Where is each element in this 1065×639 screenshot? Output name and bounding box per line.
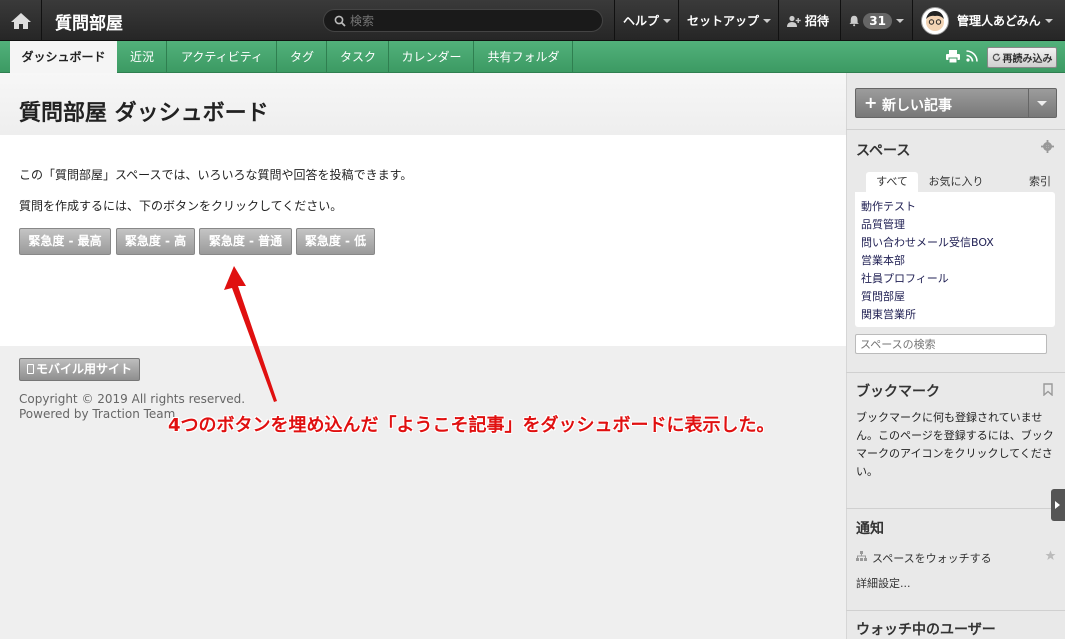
chevron-down-icon [1044,18,1053,23]
annotation-callout: 4つのボタンを埋め込んだ「ようこそ記事」をダッシュボードに表示した。 [168,415,775,436]
sidebar-collapse-handle[interactable] [1051,489,1065,521]
search-icon [334,15,346,27]
plus-icon: + [864,93,878,112]
mobile-site-button[interactable]: モバイル用サイト [19,358,140,381]
space-tab-favorites[interactable]: お気に入り [922,172,990,192]
star-icon[interactable] [1045,550,1056,561]
bookmark-icon[interactable] [1043,383,1053,396]
refresh-icon [992,53,1000,62]
home-icon [10,12,31,29]
invite-button[interactable]: 招待 [778,0,840,41]
watch-space-link[interactable]: スペースをウォッチする [872,550,992,566]
sidebar-divider [846,610,1065,611]
invite-label: 招待 [805,14,830,28]
button-divider [1028,89,1029,117]
space-item[interactable]: 社員プロフィール [861,270,949,286]
space-title[interactable]: 質問部屋 [55,9,123,34]
chevron-down-icon [663,18,672,23]
tab-tasks[interactable]: タスク [328,41,389,73]
rss-icon[interactable] [966,50,978,62]
setup-menu[interactable]: セットアップ [678,0,778,41]
bell-icon [849,15,859,27]
urgency-high-button[interactable]: 緊急度 - 高 [116,228,195,255]
search-box[interactable] [323,9,603,32]
instruction-paragraph: 質問を作成するには、下のボタンをクリックしてください。 [19,199,343,213]
watching-users-heading: ウォッチ中のユーザー [856,622,996,638]
space-item[interactable]: 営業本部 [861,252,905,268]
tab-shared-folder[interactable]: 共有フォルダ [475,41,573,73]
intro-paragraph: この「質問部屋」スペースでは、いろいろな質問や回答を投稿できます。 [19,168,413,182]
tab-tags[interactable]: タグ [278,41,327,73]
user-face-icon [926,10,944,31]
notification-count-badge: 31 [863,12,892,29]
space-item[interactable]: 関東営業所 [861,306,916,322]
sidebar-divider [846,508,1065,509]
annotation-arrow [224,266,277,402]
user-menu[interactable]: 管理人あどみん [912,0,1065,41]
space-tab-index[interactable]: 索引 [1025,172,1055,192]
chevron-down-icon [896,18,904,23]
space-tab-all[interactable]: すべて [866,172,918,192]
setup-label: セットアップ [687,14,760,28]
detail-settings-link[interactable]: 詳細設定... [856,575,911,591]
add-user-icon [787,15,801,27]
tab-activity[interactable]: アクティビティ [168,41,277,73]
bookmark-heading: ブックマーク [856,384,940,400]
avatar [921,6,949,35]
bookmark-empty-text: ブックマークに何も登録されていません。このページを登録するには、ブックマークのア… [856,411,1054,478]
tab-dashboard[interactable]: ダッシュボード [10,41,117,74]
urgency-low-button[interactable]: 緊急度 - 低 [296,228,375,255]
chevron-down-icon[interactable] [1037,101,1047,106]
chevron-down-icon [763,18,772,23]
tab-calendar[interactable]: カレンダー [390,41,474,73]
sitemap-icon [856,551,867,561]
reload-button[interactable]: 再読み込み [987,47,1057,68]
top-bar: 質問部屋 ヘルプ セットアップ 招待 31 [0,0,1065,41]
print-icon[interactable] [946,50,960,63]
spaces-heading: スペース [856,143,911,159]
sidebar-divider [846,372,1065,373]
gear-icon[interactable] [1041,140,1054,153]
sidebar-divider [846,129,1065,130]
space-list: 動作テスト 品質管理 問い合わせメール受信BOX 営業本部 社員プロフィール 質… [855,192,1055,327]
help-label: ヘルプ [623,14,660,28]
copyright-text: Copyright © 2019 All rights reserved. [19,392,246,406]
mobile-site-label: モバイル用サイト [35,362,132,376]
notifications-menu[interactable]: 31 [840,0,912,41]
powered-by-text: Powered by Traction Team [19,407,176,421]
space-item[interactable]: 問い合わせメール受信BOX [861,234,994,250]
reload-label: 再読み込み [1002,54,1053,65]
mobile-device-icon [26,364,34,374]
space-nav-bar: ダッシュボード 近況 アクティビティ タグ タスク カレンダー 共有フォルダ 再… [0,41,1065,74]
home-button[interactable] [0,0,42,41]
user-name: 管理人あどみん [957,14,1041,28]
page-title: 質問部屋 ダッシュボード [19,101,269,126]
space-item[interactable]: 質問部屋 [861,288,905,304]
new-post-label: 新しい記事 [882,98,952,114]
search-input[interactable] [350,12,590,30]
space-item[interactable]: 品質管理 [861,216,905,232]
tab-recent[interactable]: 近況 [118,41,167,73]
space-item[interactable]: 動作テスト [861,198,916,214]
notify-heading: 通知 [856,521,884,537]
help-menu[interactable]: ヘルプ [614,0,678,41]
urgency-highest-button[interactable]: 緊急度 - 最高 [19,228,111,255]
space-search-input[interactable] [855,334,1047,354]
urgency-normal-button[interactable]: 緊急度 - 普通 [199,228,292,255]
new-post-button[interactable]: + 新しい記事 [855,88,1057,118]
